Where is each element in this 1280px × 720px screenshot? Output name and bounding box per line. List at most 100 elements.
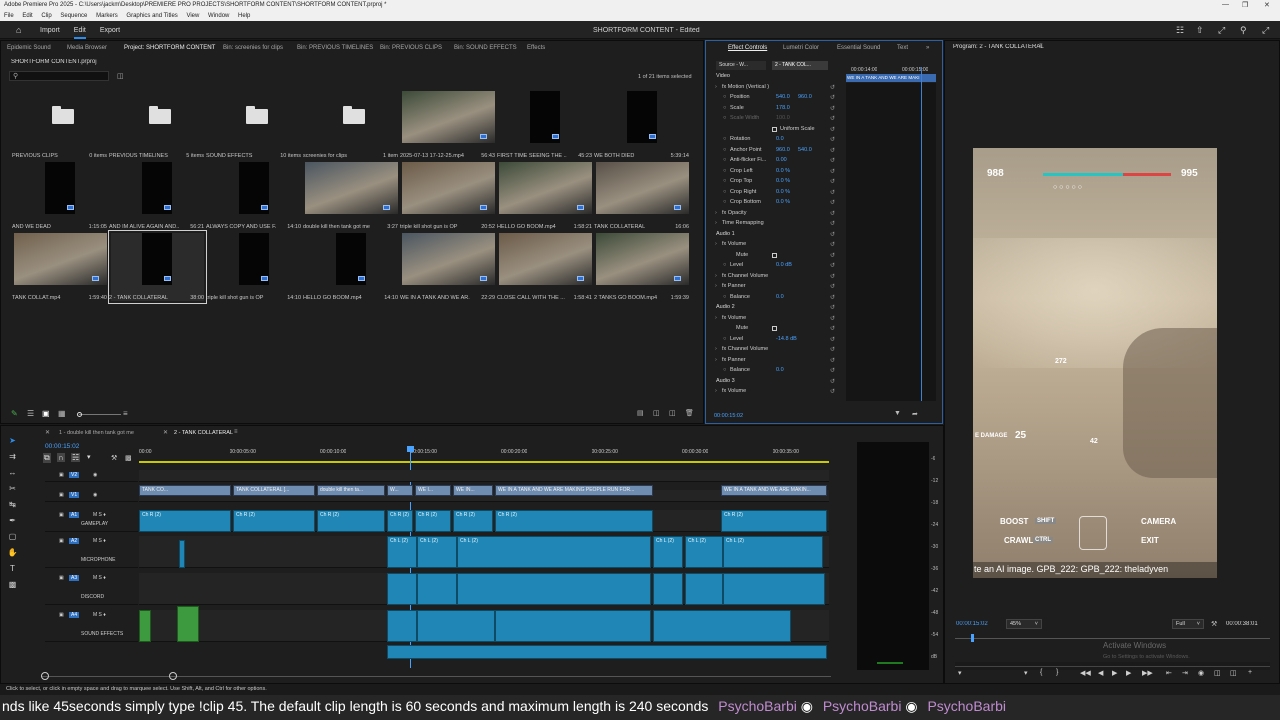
nav-edit[interactable]: Edit (73, 27, 86, 39)
tab-epidemic-sound[interactable]: Epidemic Sound (7, 45, 51, 51)
stopwatch-icon[interactable]: ○ (723, 147, 726, 153)
wrench-icon[interactable]: ⚒ (111, 454, 117, 462)
reset-icon[interactable]: ↺ (830, 388, 835, 395)
back-frame-icon[interactable]: ◀ (1098, 669, 1103, 677)
ec-row[interactable]: › Time Remapping ↺ (712, 220, 846, 230)
ec-row[interactable]: ○ Rotation 0.0 ↺ (712, 136, 846, 146)
audio-clip-mic[interactable]: Ch L (2) (723, 536, 823, 568)
ec-row[interactable]: ○ Scale Width 100.0 ↺ (712, 115, 846, 125)
menu-sequence[interactable]: Sequence (60, 13, 87, 19)
sfx-clip-green[interactable] (139, 610, 151, 642)
reset-icon[interactable]: ↺ (830, 283, 835, 290)
source-tab[interactable]: Source - W... (716, 61, 766, 70)
ec-value[interactable]: 0.0 (776, 367, 784, 373)
slip-icon[interactable]: ↹ (7, 500, 18, 511)
video-clip[interactable]: WE IN... (453, 485, 493, 496)
lift-icon[interactable]: ⇤ (1166, 669, 1172, 677)
ec-row[interactable]: › fx Channel Volume ↺ (712, 346, 846, 356)
reset-icon[interactable]: ↺ (830, 262, 835, 269)
ec-row[interactable]: › fx Panner ↺ (712, 357, 846, 367)
audio-clip-gameplay[interactable]: Ch R (2) (139, 510, 231, 532)
stopwatch-icon[interactable]: ○ (723, 136, 726, 142)
mute-solo-icon[interactable]: M S ♦ (93, 612, 106, 618)
share-icon[interactable]: ⇧ (1196, 25, 1204, 36)
project-item[interactable]: SOUND EFFECTS 10 items (206, 91, 301, 159)
nav-import[interactable]: Import (40, 27, 60, 34)
reset-icon[interactable]: ↺ (830, 105, 835, 112)
program-video[interactable]: 988 995 ○ ○ ○ ○ ○ 272 42 E DAMAGE 25 BOO… (973, 148, 1217, 578)
icon-view-icon[interactable]: ▣ (42, 409, 50, 418)
reset-icon[interactable]: ↺ (830, 94, 835, 101)
video-clip[interactable]: TANK COLLATERAL [... (233, 485, 315, 496)
reset-icon[interactable]: ↺ (830, 336, 835, 343)
audio-clip-mic[interactable] (179, 540, 185, 568)
reset-icon[interactable]: ↺ (830, 136, 835, 143)
ec-value[interactable]: 0.0 % (776, 178, 790, 184)
reset-icon[interactable]: ↺ (830, 294, 835, 301)
track-header[interactable]: A2 ▣ M S ♦ MICROPHONE (45, 536, 138, 568)
track-lock-icon[interactable]: ▣ (59, 575, 64, 581)
menu-window[interactable]: Window (208, 13, 229, 19)
stopwatch-icon[interactable]: ○ (723, 294, 726, 300)
new-bin-icon[interactable]: ◫ (117, 72, 124, 80)
reset-icon[interactable]: ↺ (830, 168, 835, 175)
ec-value[interactable]: 0.0 dB (776, 262, 792, 268)
nest-icon[interactable]: ⧉ (43, 453, 51, 463)
project-item[interactable]: PREVIOUS TIMELINES 5 items (109, 91, 204, 159)
ec-row[interactable]: › fx Opacity ↺ (712, 210, 846, 220)
ec-checkbox[interactable] (772, 126, 777, 132)
audio-clip-gameplay[interactable]: Ch R (2) (495, 510, 653, 532)
snap-icon[interactable]: ∩ (57, 453, 65, 462)
menu-file[interactable]: File (4, 13, 14, 19)
audio-clip-discord[interactable] (685, 573, 723, 605)
video-clip[interactable]: double kill then ta... (317, 485, 385, 496)
reset-icon[interactable]: ↺ (830, 252, 835, 259)
play-icon[interactable]: ▶ (1112, 669, 1117, 677)
sequence-menu-icon[interactable]: ≡ (234, 429, 238, 435)
caption-tool-icon[interactable]: ▩ (7, 580, 18, 591)
ec-row[interactable]: ○ Level -14.8 dB ↺ (712, 336, 846, 346)
ec-value[interactable]: 100.0 (776, 115, 790, 121)
ec-row[interactable]: Audio 2 ↺ (712, 304, 846, 314)
audio-clip-discord[interactable] (653, 573, 683, 605)
stopwatch-icon[interactable]: ○ (723, 178, 726, 184)
stopwatch-icon[interactable]: ○ (723, 105, 726, 111)
reset-icon[interactable]: ↺ (830, 178, 835, 185)
track-lock-icon[interactable]: ▣ (59, 538, 64, 544)
vr-icon[interactable]: ◫ (1230, 669, 1237, 677)
track-header[interactable]: A4 ▣ M S ♦ SOUND EFFECTS (45, 610, 138, 642)
pencil-icon[interactable]: ✎ (11, 409, 18, 418)
workspaces-icon[interactable]: ☷ (1176, 25, 1184, 36)
project-item[interactable]: 2025-07-13 17-12-25.mp4 56:43 (400, 91, 495, 159)
audio-clip-sfx[interactable] (495, 610, 651, 642)
ec-row[interactable]: › fx Channel Volume ↺ (712, 273, 846, 283)
stopwatch-icon[interactable]: ○ (723, 94, 726, 100)
sequence-tab[interactable]: 2 - TANK COL... (772, 61, 828, 70)
compare-icon[interactable]: ◫ (1214, 669, 1221, 677)
close-icon[interactable]: ✕ (1264, 1, 1270, 9)
ec-row[interactable]: Video (712, 73, 846, 83)
ripple-edit-icon[interactable]: ↔ (7, 468, 18, 479)
expand-arrow-icon[interactable]: › (715, 315, 717, 321)
audio-clip-discord[interactable] (417, 573, 457, 605)
tab-effects[interactable]: Effects (527, 45, 545, 51)
audio-clip-gameplay[interactable]: Ch R (2) (233, 510, 315, 532)
video-clip[interactable]: TANK CO... (139, 485, 231, 496)
ec-checkbox[interactable] (772, 252, 777, 258)
ec-row[interactable]: ○ Crop Top 0.0 % ↺ (712, 178, 846, 188)
mute-solo-icon[interactable]: M S ♦ (93, 538, 106, 544)
ec-row[interactable]: ○ Crop Bottom 0.0 % ↺ (712, 199, 846, 209)
tab-bin-screenies[interactable]: Bin: screenies for clips (223, 45, 283, 51)
track-id[interactable]: A3 (69, 575, 80, 581)
ec-value[interactable]: 960.0 (776, 147, 790, 153)
marker-icon[interactable]: ▾ (87, 453, 91, 461)
menu-graphics[interactable]: Graphics and Titles (126, 13, 177, 19)
nav-export[interactable]: Export (100, 27, 120, 34)
reset-icon[interactable]: ↺ (830, 315, 835, 322)
expand-arrow-icon[interactable]: › (715, 210, 717, 216)
track-lock-icon[interactable]: ▣ (59, 612, 64, 618)
audio-clip-mic[interactable]: Ch L (2) (457, 536, 651, 568)
rectangle-tool-icon[interactable]: ▢ (7, 532, 18, 543)
track-header[interactable]: A1 ▣ M S ♦ GAMEPLAY (45, 510, 138, 532)
reset-icon[interactable]: ↺ (830, 220, 835, 227)
